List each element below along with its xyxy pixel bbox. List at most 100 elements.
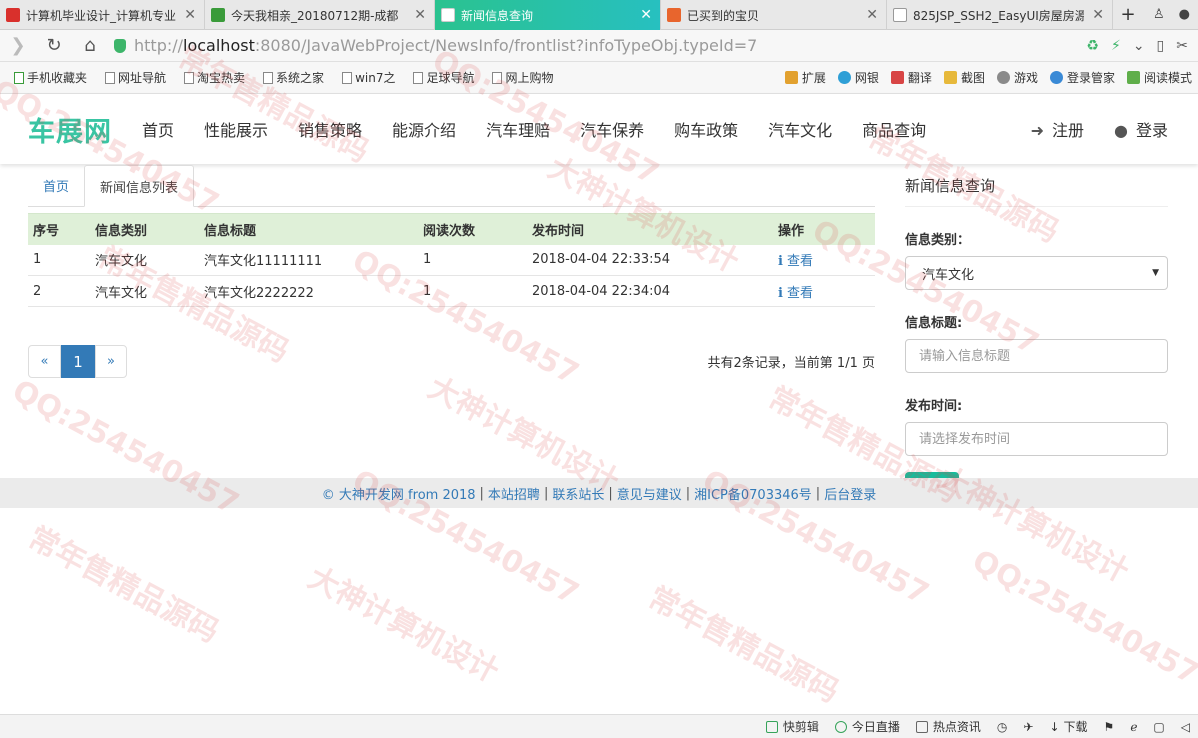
nav-maintenance[interactable]: 汽车保养	[580, 117, 644, 141]
bookmark-item[interactable]: 网址导航	[105, 69, 166, 86]
page-favicon-icon	[441, 8, 455, 22]
bookmark-item[interactable]: 系统之家	[263, 69, 324, 86]
browser-tab-2[interactable]: 今天我相亲_20180712期-成都 ✕	[205, 0, 435, 30]
prev-page-button[interactable]: «	[28, 345, 61, 378]
footer-link-icp[interactable]: 湘ICP备0703346号	[694, 484, 812, 503]
nav-culture[interactable]: 汽车文化	[768, 117, 832, 141]
status-ie[interactable]: ℯ	[1130, 720, 1137, 734]
title-input[interactable]	[905, 339, 1168, 373]
phone-icon[interactable]: ▯	[1157, 38, 1165, 54]
recycle-icon[interactable]: ♻	[1086, 38, 1099, 54]
browser-tab-4[interactable]: 已买到的宝贝 ✕	[661, 0, 887, 30]
toolbar-extensions[interactable]: 扩展	[784, 69, 826, 86]
nav-sales[interactable]: 销售策略	[298, 117, 362, 141]
nav-policy[interactable]: 购车政策	[674, 117, 738, 141]
shirt-icon[interactable]: ♙	[1153, 7, 1165, 22]
key-icon	[1049, 71, 1063, 84]
column-header: 阅读次数	[418, 213, 527, 245]
home-icon[interactable]: ⌂	[72, 35, 108, 56]
pagination-row: « 1 » 共有2条记录，当前第 1/1 页	[28, 345, 875, 378]
status-flag[interactable]: ⚑	[1104, 720, 1115, 734]
footer-link-contact[interactable]: 联系站长	[552, 484, 604, 503]
page-icon	[263, 71, 274, 84]
nav-product-search[interactable]: 商品查询	[862, 117, 926, 141]
cell-title: 汽车文化2222222	[199, 275, 418, 307]
bookmark-item[interactable]: win7之	[342, 69, 395, 86]
status-speed[interactable]: ◷	[997, 720, 1007, 734]
toolbar-netbank[interactable]: 网银	[837, 69, 879, 86]
column-header: 信息标题	[199, 213, 418, 245]
close-tab-icon[interactable]: ✕	[866, 7, 878, 23]
sidebar-title: 新闻信息查询	[905, 165, 1168, 207]
view-link[interactable]: i 查看	[773, 275, 875, 307]
close-tab-icon[interactable]: ✕	[184, 7, 196, 23]
nav-home[interactable]: 首页	[142, 117, 174, 141]
close-tab-icon[interactable]: ✕	[414, 7, 426, 23]
status-quick-edit[interactable]: 快剪辑	[765, 718, 819, 735]
breadcrumb-current[interactable]: 新闻信息列表	[84, 165, 195, 207]
bookmark-item[interactable]: 足球导航	[413, 69, 474, 86]
bookmark-item[interactable]: 淘宝热卖	[184, 69, 245, 86]
next-page-button[interactable]: »	[95, 345, 127, 378]
status-live[interactable]: 今日直播	[834, 718, 900, 735]
status-volume[interactable]: ◁	[1181, 720, 1190, 734]
nav-performance[interactable]: 性能展示	[204, 117, 268, 141]
nav-claims[interactable]: 汽车理赔	[486, 117, 550, 141]
status-pin[interactable]: ✈	[1023, 720, 1033, 734]
current-page-button[interactable]: 1	[61, 345, 95, 378]
browser-tab-bar: 计算机毕业设计_计算机专业毕业 ✕ 今天我相亲_20180712期-成都 ✕ 新…	[0, 0, 1198, 30]
status-download[interactable]: ↓ 下载	[1049, 718, 1087, 735]
sign-in-icon: ➜	[1030, 121, 1044, 140]
toolbar-translate[interactable]: 翻译	[890, 69, 932, 86]
info-icon: i	[778, 254, 783, 270]
breadcrumb-home[interactable]: 首页	[28, 165, 84, 206]
new-tab-button[interactable]: +	[1113, 0, 1143, 29]
toolbar-screenshot[interactable]: 截图	[943, 69, 985, 86]
browser-tab-1[interactable]: 计算机毕业设计_计算机专业毕业 ✕	[0, 0, 205, 30]
chevron-down-icon[interactable]: ⌄	[1133, 38, 1145, 54]
news-icon	[915, 720, 928, 733]
register-link[interactable]: ➜ 注册	[1031, 117, 1084, 141]
browser-engine-icon: ℯ	[1130, 719, 1138, 734]
footer-link-admin-login[interactable]: 后台登录	[824, 484, 876, 503]
toolbar-login-manager[interactable]: 登录管家	[1049, 69, 1115, 86]
tab-title: 今天我相亲_20180712期-成都	[231, 8, 399, 23]
column-header: 序号	[28, 213, 90, 245]
user-icon[interactable]: ●	[1179, 7, 1190, 22]
close-tab-icon[interactable]: ✕	[1092, 7, 1104, 23]
lightning-icon[interactable]: ⚡	[1111, 38, 1121, 54]
status-hot-news[interactable]: 热点资讯	[915, 718, 981, 735]
site-header: 车展网 首页 性能展示 销售策略 能源介绍 汽车理赔 汽车保养 购车政策 汽车文…	[0, 94, 1198, 164]
user-icon: ●	[1114, 121, 1128, 140]
toolbar-reading-mode[interactable]: 阅读模式	[1126, 69, 1192, 86]
site-logo[interactable]: 车展网	[28, 110, 112, 149]
toolbar-games[interactable]: 游戏	[996, 69, 1038, 86]
footer-link-jobs[interactable]: 本站招聘	[488, 484, 540, 503]
reload-icon[interactable]: ↻	[36, 35, 72, 56]
nav-energy[interactable]: 能源介绍	[392, 117, 456, 141]
scissors-icon[interactable]: ✂	[1176, 38, 1188, 54]
cell-no: 1	[28, 244, 90, 276]
watermark: 大神计算机设计	[302, 560, 505, 690]
footer-link-feedback[interactable]: 意见与建议	[617, 484, 682, 503]
bookmark-item[interactable]: 手机收藏夹	[14, 69, 87, 86]
view-link[interactable]: i 查看	[773, 244, 875, 276]
status-window[interactable]: ▢	[1153, 720, 1164, 734]
forward-icon[interactable]: ❯	[0, 35, 36, 56]
play-icon	[834, 720, 847, 733]
cell-reads: 1	[418, 244, 527, 276]
close-tab-icon[interactable]: ✕	[640, 7, 652, 23]
watermark: QQ:254540457	[966, 543, 1198, 692]
category-select[interactable]: 汽车文化 ▼	[905, 256, 1168, 290]
browser-tab-3-active[interactable]: 新闻信息查询 ✕	[435, 0, 661, 30]
column-header: 信息类别	[90, 213, 199, 245]
browser-tab-5[interactable]: 825JSP_SSH2_EasyUI房屋房源 ✕	[887, 0, 1113, 30]
bookmark-item[interactable]: 网上购物	[492, 69, 553, 86]
tab-title: 已买到的宝贝	[687, 8, 760, 23]
secure-shield-icon	[114, 38, 126, 53]
url-field[interactable]: http://localhost:8080/JavaWebProject/New…	[114, 36, 757, 55]
publish-time-input[interactable]	[905, 422, 1168, 456]
page-icon	[413, 71, 424, 84]
login-link[interactable]: ● 登录	[1114, 117, 1168, 141]
page-favicon-icon	[893, 8, 907, 22]
